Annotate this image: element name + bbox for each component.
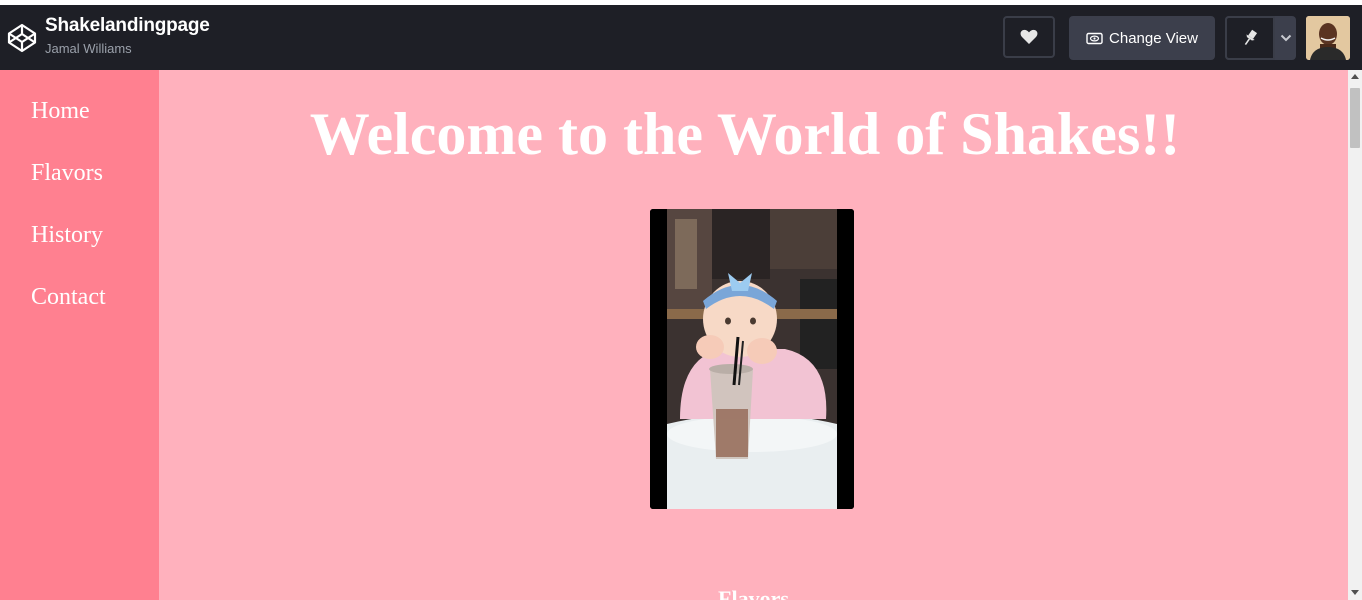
scroll-up-arrow-icon[interactable] [1351, 74, 1359, 79]
page-headline: Welcome to the World of Shakes!! [309, 101, 1181, 167]
heart-icon [1020, 29, 1038, 44]
shake-video[interactable] [650, 209, 854, 509]
page-scrollbar[interactable] [1348, 70, 1362, 600]
avatar-portrait-image [1306, 16, 1350, 60]
chevron-down-icon [1280, 34, 1291, 42]
change-view-label: Change View [1109, 29, 1198, 47]
user-avatar[interactable] [1306, 16, 1350, 60]
nav-item-contact[interactable]: Contact [31, 284, 106, 311]
pin-button[interactable] [1225, 16, 1275, 60]
pin-dropdown-toggle[interactable] [1275, 16, 1296, 60]
scroll-down-arrow-icon[interactable] [1351, 590, 1359, 595]
video-frame-image [650, 209, 854, 509]
section-heading-flavors: Flavors [718, 586, 789, 600]
sidebar-nav: Home Flavors History Contact [0, 70, 159, 600]
pin-group [1225, 16, 1296, 60]
nav-item-home[interactable]: Home [31, 98, 90, 125]
scroll-thumb[interactable] [1350, 88, 1360, 148]
pin-icon [1244, 29, 1258, 46]
author-name[interactable]: Jamal Williams [45, 41, 132, 56]
nav-item-flavors[interactable]: Flavors [31, 160, 103, 187]
main-content: Welcome to the World of Shakes!! Flavors [159, 70, 1348, 600]
eye-icon [1086, 32, 1103, 44]
nav-item-history[interactable]: History [31, 222, 103, 249]
pen-title[interactable]: Shakelandingpage [45, 15, 210, 37]
like-button[interactable] [1003, 16, 1055, 58]
codepen-logo-icon[interactable] [7, 23, 37, 53]
top-bar: Shakelandingpage Jamal Williams Change V… [0, 5, 1362, 70]
change-view-button[interactable]: Change View [1069, 16, 1215, 60]
